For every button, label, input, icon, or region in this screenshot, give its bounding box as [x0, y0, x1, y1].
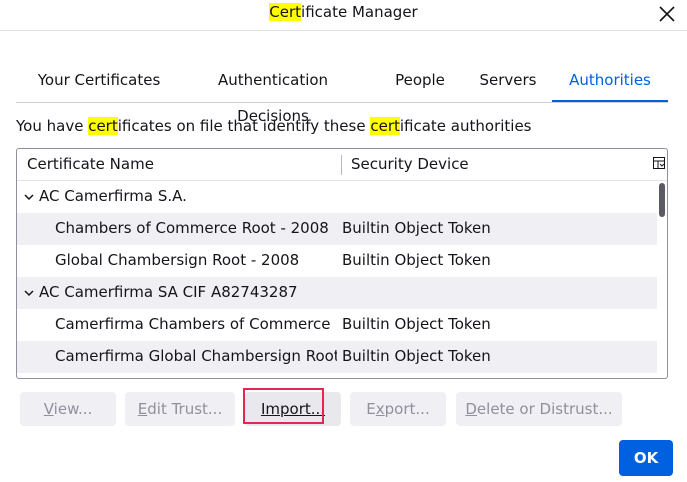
tab-your-certificates[interactable]: Your Certificates — [22, 62, 176, 100]
title-highlight: Cert — [269, 3, 302, 21]
certificate-name-cell: Camerfirma Global Chambersign Root — [55, 347, 337, 365]
window-title: Certificate Manager — [0, 3, 687, 21]
tab-authorities[interactable]: Authorities — [552, 62, 668, 102]
tab-servers[interactable]: Servers — [472, 62, 544, 100]
import-focus-box — [243, 388, 324, 424]
export-accesskey: x — [375, 400, 385, 418]
view-accesskey: V — [43, 400, 54, 418]
delete-or-distrust-button[interactable]: Delete or Distrust... — [456, 392, 622, 426]
security-device-cell: Builtin Object Token — [342, 315, 491, 333]
desc-part: ificate authorities — [399, 117, 532, 135]
tree-row[interactable]: AC Camerfirma SA CIF A82743287 — [17, 277, 657, 309]
view-button[interactable]: View... — [20, 392, 116, 426]
export-label-start: E — [366, 400, 376, 418]
desc-part: ificates on file that identify these — [117, 117, 371, 135]
tree-row[interactable]: AC Camerfirma S.A. — [17, 181, 657, 213]
certificate-name-cell: Chambers of Commerce Root - 2008 — [55, 219, 329, 237]
scrollbar-thumb[interactable] — [659, 183, 665, 217]
close-icon[interactable] — [655, 2, 679, 26]
chevron-down-icon[interactable] — [23, 191, 35, 203]
edit-accesskey: E — [137, 400, 148, 418]
security-device-cell: Builtin Object Token — [342, 251, 491, 269]
certificate-name-cell: AC Camerfirma SA CIF A82743287 — [39, 283, 298, 301]
title-bar: Certificate Manager — [0, 0, 687, 30]
export-button[interactable]: Export... — [350, 392, 446, 426]
column-picker-icon[interactable] — [653, 157, 665, 169]
certificate-tree[interactable]: Certificate Name Security Device AC Came… — [16, 148, 668, 379]
delete-accesskey: D — [465, 400, 477, 418]
title-rest: ificate Manager — [301, 3, 418, 21]
edit-label: dit Trust... — [147, 400, 223, 418]
column-header-certificate-name[interactable]: Certificate Name — [27, 155, 154, 173]
tab-people[interactable]: People — [382, 62, 458, 100]
view-label: iew... — [53, 400, 93, 418]
edit-trust-button[interactable]: Edit Trust... — [125, 392, 235, 426]
tab-strip: Your Certificates Authentication Decisio… — [16, 62, 668, 125]
chevron-down-icon[interactable] — [23, 287, 35, 299]
tree-row[interactable]: Camerfirma Chambers of Commerce R... Bui… — [17, 309, 657, 341]
desc-highlight: cert — [370, 117, 400, 135]
tree-header: Certificate Name Security Device — [17, 149, 667, 181]
tree-row[interactable]: Camerfirma Global Chambersign Root Built… — [17, 341, 657, 373]
export-label: port... — [384, 400, 430, 418]
delete-label: elete or Distrust... — [476, 400, 613, 418]
security-device-cell: Builtin Object Token — [342, 219, 491, 237]
column-header-security-device[interactable]: Security Device — [351, 155, 469, 173]
certificate-name-cell: AC Camerfirma S.A. — [39, 187, 187, 205]
certificate-name-cell: Camerfirma Chambers of Commerce R... — [55, 315, 333, 333]
column-divider[interactable] — [341, 155, 342, 175]
title-divider — [0, 30, 687, 31]
ok-button[interactable]: OK — [619, 440, 673, 476]
desc-part: You have — [16, 117, 89, 135]
description-text: You have certificates on file that ident… — [16, 117, 532, 135]
certificate-name-cell: Global Chambersign Root - 2008 — [55, 251, 300, 269]
tree-scrollbar[interactable] — [657, 181, 667, 378]
tab-authentication-decisions[interactable]: Authentication Decisions — [180, 62, 366, 125]
desc-highlight: cert — [88, 117, 118, 135]
tree-row[interactable]: Global Chambersign Root - 2008 Builtin O… — [17, 245, 657, 277]
security-device-cell: Builtin Object Token — [342, 347, 491, 365]
tree-row[interactable]: Chambers of Commerce Root - 2008 Builtin… — [17, 213, 657, 245]
